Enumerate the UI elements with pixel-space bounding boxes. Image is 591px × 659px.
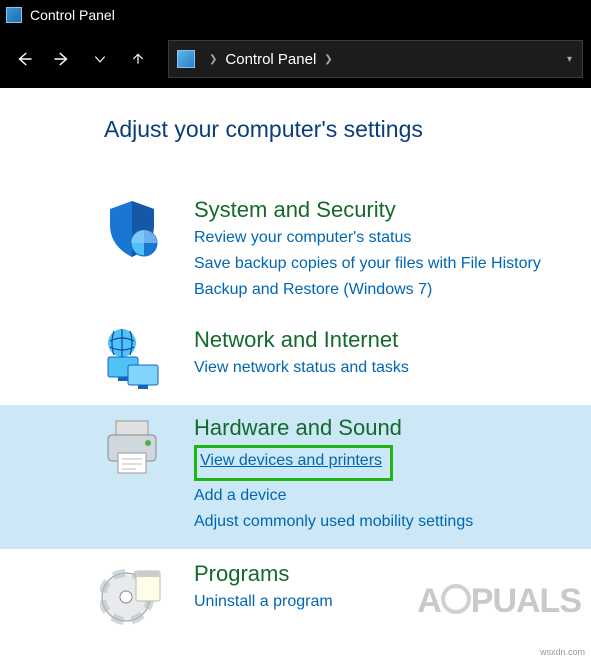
nav-bar: ❯ Control Panel ❯ ▾: [0, 30, 591, 88]
category-hardware-sound: Hardware and Sound View devices and prin…: [0, 405, 591, 549]
category-title[interactable]: Programs: [194, 561, 333, 587]
forward-button[interactable]: [46, 43, 78, 75]
category-list: System and Security Review your computer…: [0, 187, 591, 639]
attribution-text: wsxdn.com: [540, 647, 585, 657]
chevron-right-icon[interactable]: ❯: [209, 54, 217, 65]
printer-icon: [100, 415, 164, 479]
address-dropdown-icon[interactable]: ▾: [567, 54, 572, 65]
link-view-devices-printers[interactable]: View devices and printers: [200, 448, 382, 474]
programs-disc-icon: [100, 561, 164, 625]
category-title[interactable]: System and Security: [194, 197, 541, 223]
watermark-circle-icon: [441, 584, 471, 614]
shield-icon: [100, 197, 164, 261]
category-system-security: System and Security Review your computer…: [0, 187, 591, 317]
link-review-status[interactable]: Review your computer's status: [194, 225, 541, 251]
window-title-bar: Control Panel: [0, 0, 591, 30]
breadcrumb-control-panel[interactable]: Control Panel: [225, 51, 316, 68]
category-title[interactable]: Hardware and Sound: [194, 415, 473, 441]
link-add-device[interactable]: Add a device: [194, 483, 473, 509]
control-panel-title-icon: [6, 7, 22, 23]
watermark: APUALS: [417, 582, 581, 621]
back-button[interactable]: [8, 43, 40, 75]
link-uninstall-program[interactable]: Uninstall a program: [194, 589, 333, 615]
category-title[interactable]: Network and Internet: [194, 327, 409, 353]
address-bar[interactable]: ❯ Control Panel ❯ ▾: [168, 40, 583, 78]
link-mobility-settings[interactable]: Adjust commonly used mobility settings: [194, 509, 473, 535]
link-network-status[interactable]: View network status and tasks: [194, 355, 409, 381]
window-title: Control Panel: [30, 7, 115, 23]
page-title: Adjust your computer's settings: [104, 116, 591, 143]
category-network-internet: Network and Internet View network status…: [0, 317, 591, 405]
link-file-history[interactable]: Save backup copies of your files with Fi…: [194, 251, 541, 277]
recent-locations-button[interactable]: [84, 43, 116, 75]
up-button[interactable]: [122, 43, 154, 75]
link-backup-restore[interactable]: Backup and Restore (Windows 7): [194, 277, 541, 303]
chevron-right-icon[interactable]: ❯: [324, 54, 332, 65]
content-area: Adjust your computer's settings System a…: [0, 88, 591, 639]
network-icon: [100, 327, 164, 391]
highlight-annotation: View devices and printers: [194, 445, 393, 481]
control-panel-address-icon: [177, 50, 195, 68]
